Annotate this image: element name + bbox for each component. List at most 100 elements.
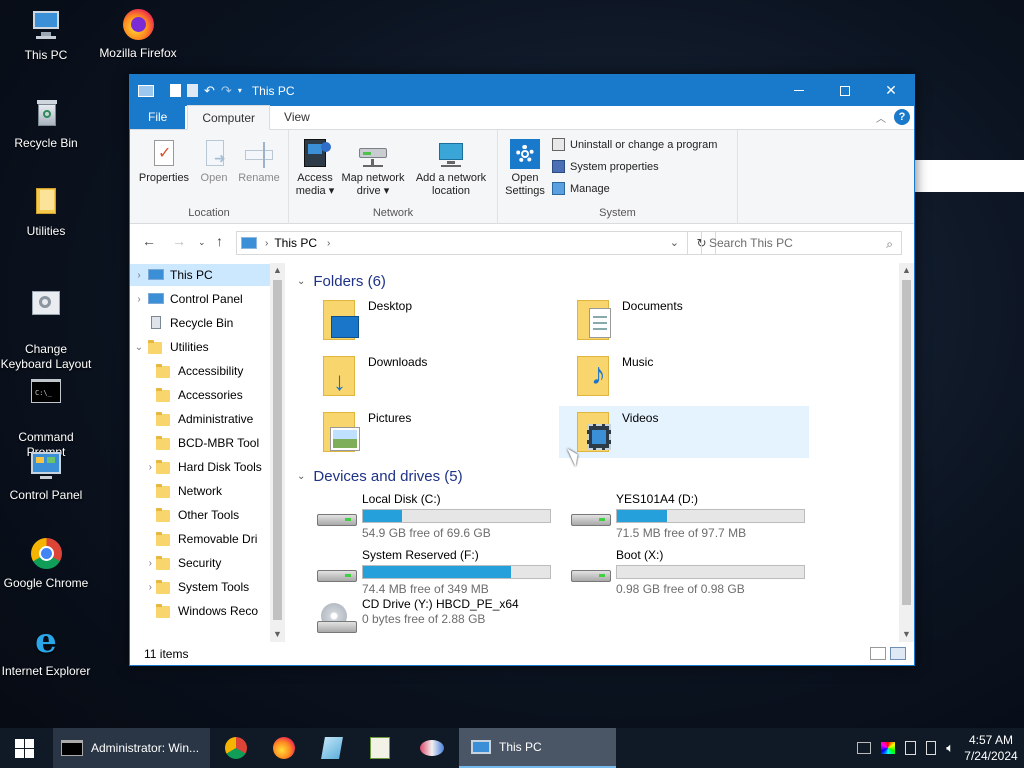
redo-icon[interactable]: ↷	[221, 83, 232, 99]
new-folder-quick-icon[interactable]	[187, 84, 198, 97]
color-palette-icon[interactable]	[881, 742, 896, 754]
tab-computer[interactable]: Computer	[187, 105, 271, 130]
scroll-down-icon[interactable]: ▼	[899, 627, 914, 642]
forward-button[interactable]: →	[172, 233, 186, 249]
drive-tile-c[interactable]: Local Disk (C:) 54.9 GB free of 69.6 GB	[305, 490, 555, 542]
volume-muted-icon[interactable]: 🔈︎	[946, 740, 954, 756]
rename-button[interactable]: Rename	[234, 138, 284, 185]
nav-item-windows-recovery[interactable]: Windows Reco	[130, 600, 270, 622]
nav-item-removable-drives[interactable]: Removable Dri	[130, 528, 270, 550]
nav-item-system-tools[interactable]: › System Tools	[130, 576, 270, 598]
drive-tile-y[interactable]: CD Drive (Y:) HBCD_PE_x64 0 bytes free o…	[305, 595, 555, 635]
nav-item-network[interactable]: Network	[130, 480, 270, 502]
breadcrumb-separator-icon[interactable]: ›	[265, 238, 268, 249]
scroll-thumb[interactable]	[273, 280, 282, 620]
system-properties-button[interactable]: System properties	[552, 160, 659, 173]
breadcrumb-separator-icon[interactable]: ›	[327, 238, 330, 249]
drive-tile-x[interactable]: Boot (X:) 0.98 GB free of 0.98 GB	[559, 546, 809, 598]
folder-tile-downloads[interactable]: ↓ Downloads	[311, 350, 561, 402]
folders-section-header[interactable]: ⌄ Folders (6)	[297, 273, 386, 290]
undo-icon[interactable]: ↶	[204, 83, 215, 99]
add-network-location-button[interactable]: Add a network location	[410, 138, 492, 198]
nav-item-accessibility[interactable]: Accessibility	[130, 360, 270, 382]
drive-tile-f[interactable]: System Reserved (F:) 74.4 MB free of 349…	[305, 546, 555, 598]
details-view-icon[interactable]	[870, 647, 886, 660]
tab-file[interactable]: File	[130, 105, 186, 129]
battery-power-icon[interactable]	[926, 741, 937, 755]
nav-item-security[interactable]: › Security	[130, 552, 270, 574]
nav-item-accessories[interactable]: Accessories	[130, 384, 270, 406]
chevron-right-icon[interactable]: ›	[130, 462, 156, 473]
folder-tile-pictures[interactable]: Pictures	[311, 406, 561, 458]
properties-button[interactable]: ✓ Properties	[136, 138, 192, 185]
help-icon[interactable]: ?	[894, 109, 910, 125]
network-icon[interactable]	[857, 742, 872, 754]
content-scrollbar[interactable]: ▲ ▼	[899, 263, 914, 642]
open-button[interactable]: ➜ Open	[194, 138, 234, 185]
folder-tile-desktop[interactable]: Desktop	[311, 294, 561, 346]
nav-item-bcd-mbr-tool[interactable]: BCD-MBR Tool	[130, 432, 270, 454]
properties-quick-icon[interactable]	[170, 84, 181, 97]
chevron-down-icon[interactable]: ⌄	[297, 471, 305, 482]
taskbar-chrome[interactable]	[214, 728, 258, 768]
manage-button[interactable]: Manage	[552, 182, 610, 195]
chevron-down-icon[interactable]: ▾	[238, 86, 242, 95]
tab-view[interactable]: View	[270, 105, 324, 129]
taskbar-firefox[interactable]	[262, 728, 306, 768]
scroll-thumb[interactable]	[902, 280, 911, 605]
taskbar-app-3[interactable]	[410, 728, 454, 768]
uninstall-program-button[interactable]: Uninstall or change a program	[552, 138, 717, 151]
chevron-right-icon[interactable]: ›	[130, 270, 148, 281]
up-button[interactable]: ↑	[216, 233, 223, 249]
folder-tile-documents[interactable]: Documents	[565, 294, 815, 346]
start-button[interactable]	[0, 728, 48, 768]
desktop-icon-google-chrome[interactable]: Google Chrome	[0, 536, 92, 591]
desktop-icon-internet-explorer[interactable]: e Internet Explorer	[0, 624, 92, 679]
map-network-drive-button[interactable]: Map network drive ▾	[337, 138, 409, 198]
chevron-down-icon[interactable]: ⌄	[297, 276, 305, 287]
chevron-right-icon[interactable]: ›	[130, 582, 156, 593]
minimize-button[interactable]	[776, 75, 822, 106]
maximize-button[interactable]	[822, 75, 868, 106]
drive-tile-d[interactable]: YES101A4 (D:) 71.5 MB free of 97.7 MB	[559, 490, 809, 542]
close-button[interactable]: ✕	[868, 75, 914, 106]
address-bar[interactable]: › This PC › ⌄	[236, 231, 688, 255]
nav-item-administrative[interactable]: Administrative	[130, 408, 270, 430]
taskbar-app-2[interactable]	[358, 728, 402, 768]
chevron-right-icon[interactable]: ›	[130, 558, 156, 569]
scroll-up-icon[interactable]: ▲	[899, 263, 914, 278]
desktop-icon-utilities[interactable]: Utilities	[0, 184, 92, 239]
nav-pane-scrollbar[interactable]: ▲ ▼	[270, 263, 285, 642]
nav-item-hard-disk-tools[interactable]: › Hard Disk Tools	[130, 456, 270, 478]
chevron-right-icon[interactable]: ›	[130, 294, 148, 305]
folder-tile-music[interactable]: ♪ Music	[565, 350, 815, 402]
clipboard-icon[interactable]	[905, 741, 917, 755]
desktop-icon-control-panel[interactable]: Control Panel	[0, 448, 92, 503]
devices-section-header[interactable]: ⌄ Devices and drives (5)	[297, 468, 463, 485]
nav-item-utilities[interactable]: ⌄ Utilities	[130, 336, 270, 358]
taskbar-app-1[interactable]	[310, 728, 354, 768]
nav-item-this-pc[interactable]: › This PC	[130, 264, 270, 286]
large-icons-view-icon[interactable]	[890, 647, 906, 660]
title-bar[interactable]: ↶ ↷ ▾ This PC ✕	[130, 75, 914, 106]
search-box[interactable]: Search This PC ⌕	[701, 231, 902, 255]
taskbar-command-prompt[interactable]: Administrator: Win...	[53, 728, 210, 768]
collapse-ribbon-icon[interactable]: ︿	[876, 110, 886, 125]
access-media-button[interactable]: Access media ▾	[293, 138, 337, 198]
clock[interactable]: 4:57 AM 7/24/2024	[958, 732, 1024, 764]
back-button[interactable]: ←	[142, 233, 156, 249]
recent-locations-chevron-icon[interactable]: ⌄	[198, 237, 206, 248]
folder-tile-videos[interactable]: Videos	[559, 406, 809, 458]
desktop-icon-this-pc[interactable]: This PC	[0, 8, 92, 63]
desktop-icon-recycle-bin[interactable]: Recycle Bin	[0, 96, 92, 151]
chevron-down-icon[interactable]: ⌄	[130, 342, 148, 353]
scroll-up-icon[interactable]: ▲	[270, 263, 285, 278]
search-input[interactable]: Search This PC	[709, 236, 793, 250]
nav-item-control-panel[interactable]: › Control Panel	[130, 288, 270, 310]
nav-item-recycle-bin[interactable]: Recycle Bin	[130, 312, 270, 334]
breadcrumb-this-pc[interactable]: This PC	[274, 236, 317, 250]
desktop-icon-firefox[interactable]: Mozilla Firefox	[92, 6, 184, 61]
taskbar-explorer-this-pc[interactable]: This PC	[459, 728, 616, 768]
nav-item-other-tools[interactable]: Other Tools	[130, 504, 270, 526]
open-settings-button[interactable]: Open Settings	[502, 138, 548, 198]
